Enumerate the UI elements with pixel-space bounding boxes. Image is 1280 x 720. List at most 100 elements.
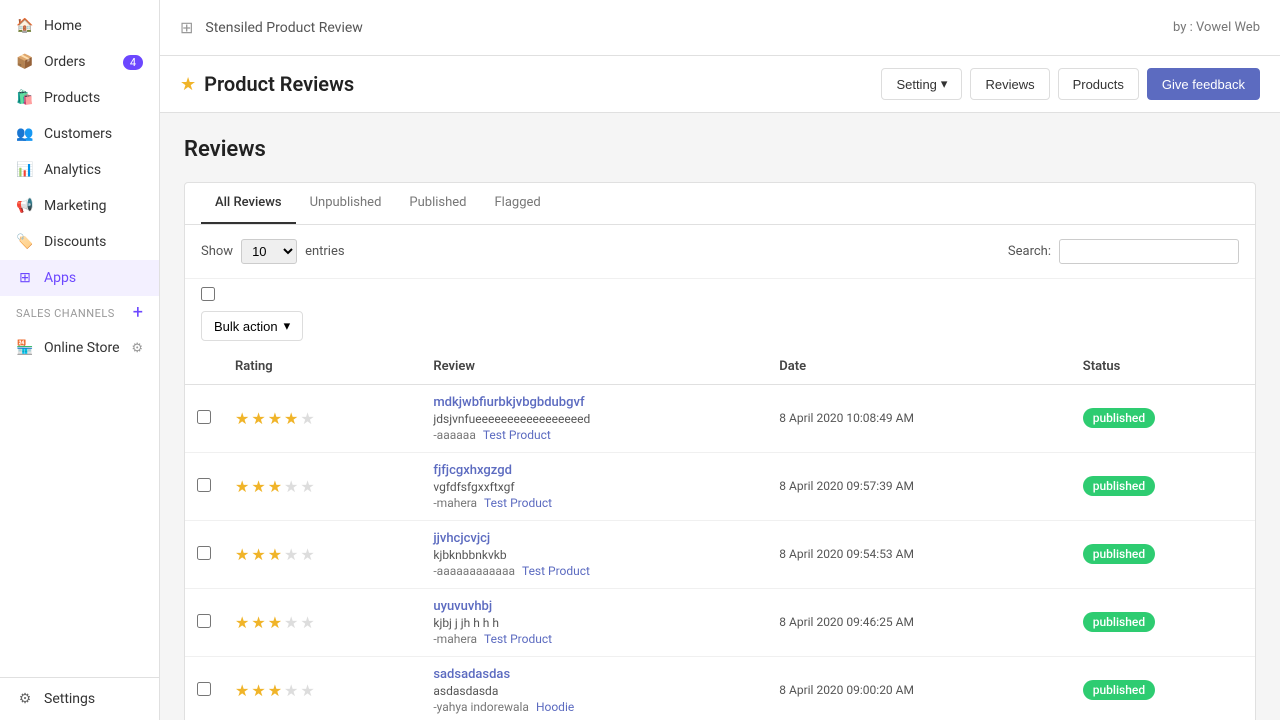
products-icon: 🛍️ bbox=[16, 89, 34, 107]
star-empty-icon: ★ bbox=[284, 477, 298, 496]
star-filled-icon: ★ bbox=[268, 681, 282, 700]
product-link[interactable]: Hoodie bbox=[536, 700, 574, 714]
row-rating-cell: ★★★★★ bbox=[223, 453, 421, 521]
sidebar-item-label: Settings bbox=[44, 691, 95, 707]
product-link[interactable]: Test Product bbox=[522, 564, 590, 578]
product-link[interactable]: Test Product bbox=[483, 428, 551, 442]
tab-all-reviews[interactable]: All Reviews bbox=[201, 183, 296, 224]
search-input[interactable] bbox=[1059, 239, 1239, 264]
col-checkbox bbox=[185, 349, 223, 385]
sidebar: 🏠 Home 📦 Orders 4 🛍️ Products 👥 Customer… bbox=[0, 0, 160, 720]
review-title[interactable]: mdkjwbfiurbkjvbgbdubgvf bbox=[433, 395, 755, 410]
star-filled-icon: ★ bbox=[235, 545, 249, 564]
row-rating-cell: ★★★★★ bbox=[223, 521, 421, 589]
row-status-cell: published bbox=[1071, 385, 1255, 453]
page-actions: Setting ▾ Reviews Products Give feedback bbox=[881, 68, 1260, 100]
entries-label: entries bbox=[305, 244, 345, 259]
star-empty-icon: ★ bbox=[284, 545, 298, 564]
products-button-label: Products bbox=[1073, 77, 1124, 92]
sidebar-item-analytics[interactable]: 📊 Analytics bbox=[0, 152, 159, 188]
review-title[interactable]: uyuvuvhbj bbox=[433, 599, 755, 614]
attribution: by : Vowel Web bbox=[1173, 20, 1260, 35]
give-feedback-button[interactable]: Give feedback bbox=[1147, 68, 1260, 100]
online-store-settings-icon[interactable]: ⚙ bbox=[131, 341, 143, 356]
star-icon: ★ bbox=[180, 74, 196, 95]
row-status-cell: published bbox=[1071, 657, 1255, 720]
select-all-checkbox[interactable] bbox=[201, 287, 215, 301]
star-filled-icon: ★ bbox=[251, 613, 265, 632]
main-content: ⊞ Stensiled Product Review by : Vowel We… bbox=[160, 0, 1280, 720]
row-status-cell: published bbox=[1071, 453, 1255, 521]
content-area: Reviews All Reviews Unpublished Publishe… bbox=[160, 113, 1280, 720]
review-title[interactable]: sadsadasdas bbox=[433, 667, 755, 682]
add-sales-channel-button[interactable]: + bbox=[133, 304, 143, 322]
entries-select[interactable]: 10 25 50 100 bbox=[241, 239, 297, 264]
setting-button[interactable]: Setting ▾ bbox=[881, 68, 962, 100]
section-title: Reviews bbox=[184, 137, 1256, 162]
sidebar-bottom: ⚙ Settings bbox=[0, 677, 159, 720]
reviews-button-label: Reviews bbox=[985, 77, 1034, 92]
sidebar-item-marketing[interactable]: 📢 Marketing bbox=[0, 188, 159, 224]
sales-channels-section: SALES CHANNELS + bbox=[0, 296, 159, 330]
review-author: -aaaaaa Test Product bbox=[433, 428, 755, 442]
sales-channels-label: SALES CHANNELS bbox=[16, 307, 115, 320]
sidebar-item-label: Discounts bbox=[44, 234, 106, 250]
review-body: vgfdfsfgxxftxgf bbox=[433, 480, 755, 494]
status-badge: published bbox=[1083, 408, 1155, 428]
review-title[interactable]: jjvhcjcvjcj bbox=[433, 531, 755, 546]
sidebar-item-label: Online Store bbox=[44, 340, 120, 356]
row-review-cell: uyuvuvhbj kjbj j jh h h h -mahera Test P… bbox=[421, 589, 767, 657]
bulk-action-button[interactable]: Bulk action ▾ bbox=[201, 311, 303, 341]
col-status: Status bbox=[1071, 349, 1255, 385]
sidebar-item-apps[interactable]: ⊞ Apps bbox=[0, 260, 159, 296]
star-empty-icon: ★ bbox=[300, 613, 314, 632]
page-title-area: ★ Product Reviews bbox=[180, 72, 354, 96]
col-rating: Rating bbox=[223, 349, 421, 385]
reviews-button[interactable]: Reviews bbox=[970, 68, 1049, 100]
row-checkbox[interactable] bbox=[197, 546, 211, 560]
products-button[interactable]: Products bbox=[1058, 68, 1139, 100]
tab-flagged[interactable]: Flagged bbox=[481, 183, 555, 224]
product-link[interactable]: Test Product bbox=[484, 496, 552, 510]
sidebar-item-orders[interactable]: 📦 Orders 4 bbox=[0, 44, 159, 80]
top-bar: ⊞ Stensiled Product Review by : Vowel We… bbox=[160, 0, 1280, 56]
review-date: 8 April 2020 10:08:49 AM bbox=[779, 411, 914, 425]
sidebar-nav: 🏠 Home 📦 Orders 4 🛍️ Products 👥 Customer… bbox=[0, 0, 159, 677]
star-empty-icon: ★ bbox=[284, 613, 298, 632]
sidebar-item-online-store[interactable]: 🏪 Online Store ⚙ bbox=[0, 330, 159, 366]
row-review-cell: mdkjwbfiurbkjvbgbdubgvf jdsjvnfueeeeeeee… bbox=[421, 385, 767, 453]
row-checkbox[interactable] bbox=[197, 478, 211, 492]
tab-published[interactable]: Published bbox=[395, 183, 480, 224]
review-date: 8 April 2020 09:46:25 AM bbox=[779, 615, 914, 629]
star-rating: ★★★★★ bbox=[235, 409, 409, 428]
row-checkbox[interactable] bbox=[197, 614, 211, 628]
review-body: kjbknbbnkvkb bbox=[433, 548, 755, 562]
star-empty-icon: ★ bbox=[300, 545, 314, 564]
tab-unpublished[interactable]: Unpublished bbox=[296, 183, 396, 224]
sidebar-item-settings[interactable]: ⚙ Settings bbox=[16, 690, 143, 708]
search-label: Search: bbox=[1008, 244, 1051, 259]
sidebar-item-products[interactable]: 🛍️ Products bbox=[0, 80, 159, 116]
review-title[interactable]: fjfjcgxhxgzgd bbox=[433, 463, 755, 478]
table-row: ★★★★★ mdkjwbfiurbkjvbgbdubgvf jdsjvnfuee… bbox=[185, 385, 1255, 453]
star-empty-icon: ★ bbox=[300, 681, 314, 700]
product-link[interactable]: Test Product bbox=[484, 632, 552, 646]
review-body: asdasdasda bbox=[433, 684, 755, 698]
sidebar-item-customers[interactable]: 👥 Customers bbox=[0, 116, 159, 152]
bulk-action-row: Bulk action ▾ bbox=[185, 279, 1255, 349]
table-row: ★★★★★ fjfjcgxhxgzgd vgfdfsfgxxftxgf -mah… bbox=[185, 453, 1255, 521]
row-checkbox[interactable] bbox=[197, 410, 211, 424]
status-badge: published bbox=[1083, 544, 1155, 564]
row-rating-cell: ★★★★★ bbox=[223, 589, 421, 657]
row-checkbox-cell bbox=[185, 589, 223, 657]
row-date-cell: 8 April 2020 09:00:20 AM bbox=[767, 657, 1070, 720]
home-icon: 🏠 bbox=[16, 17, 34, 35]
row-checkbox[interactable] bbox=[197, 682, 211, 696]
star-filled-icon: ★ bbox=[268, 409, 282, 428]
star-empty-icon: ★ bbox=[300, 409, 314, 428]
review-body: jdsjvnfueeeeeeeeeeeeeeeeed bbox=[433, 412, 755, 426]
sidebar-item-discounts[interactable]: 🏷️ Discounts bbox=[0, 224, 159, 260]
bulk-action-chevron-icon: ▾ bbox=[284, 318, 291, 334]
review-author: -aaaaaaaaaaaa Test Product bbox=[433, 564, 755, 578]
sidebar-item-home[interactable]: 🏠 Home bbox=[0, 8, 159, 44]
